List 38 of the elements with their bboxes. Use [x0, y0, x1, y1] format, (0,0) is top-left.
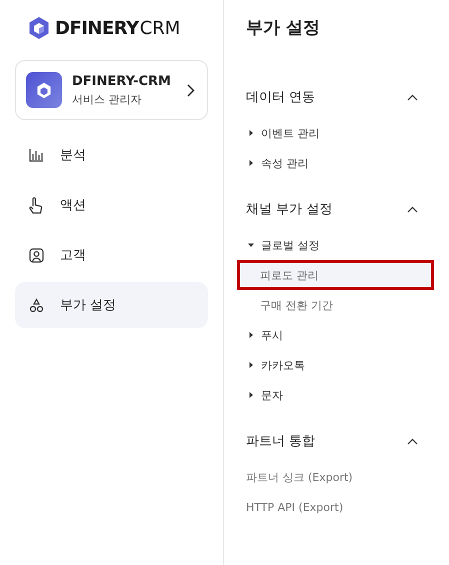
chevron-up-icon[interactable]: [407, 438, 418, 444]
chevron-right-icon: [187, 84, 195, 96]
bar-chart-icon: [28, 148, 44, 162]
workspace-card[interactable]: DFINERY-CRM 서비스 관리자: [15, 60, 208, 120]
nav-item[interactable]: 고객: [15, 232, 208, 278]
chevron-up-icon[interactable]: [407, 94, 418, 100]
tree-item[interactable]: 속성 관리: [261, 156, 308, 170]
section-header[interactable]: 채널 부가 설정: [246, 200, 332, 218]
workspace-name: DFINERY-CRM: [72, 74, 172, 88]
caret-right-icon: [248, 392, 254, 398]
tree-item[interactable]: 피로도 관리: [237, 260, 434, 290]
tree-item[interactable]: 글로벌 설정: [261, 238, 320, 252]
nav-item[interactable]: 부가 설정: [15, 282, 208, 328]
panel-title: 부가 설정: [245, 17, 321, 40]
menu-link[interactable]: HTTP API (Export): [237, 492, 436, 522]
shapes-icon: [28, 298, 44, 312]
product-name: CRM: [140, 18, 180, 38]
tree-item[interactable]: 구매 전환 기간: [237, 290, 434, 320]
tree-item[interactable]: 이벤트 관리: [261, 126, 320, 140]
logo-icon: [29, 17, 49, 39]
section-header[interactable]: 데이터 연동: [246, 88, 316, 106]
menu-link[interactable]: 파트너 싱크 (Export): [237, 462, 436, 492]
nav-item[interactable]: 액션: [15, 182, 208, 228]
workspace-avatar: [26, 72, 62, 108]
caret-right-icon: [248, 160, 254, 166]
caret-down-icon: [248, 242, 254, 248]
brand-name: DFINERY: [55, 18, 139, 38]
caret-right-icon: [248, 130, 254, 136]
caret-right-icon: [248, 362, 254, 368]
person-card-icon: [28, 248, 44, 262]
tree-item[interactable]: 푸시: [261, 328, 283, 342]
nav-item[interactable]: 분석: [15, 132, 208, 178]
chevron-up-icon[interactable]: [407, 206, 418, 212]
section-header[interactable]: 파트너 통합: [246, 432, 316, 450]
workspace-role: 서비스 관리자: [72, 92, 142, 106]
tree-item[interactable]: 문자: [261, 388, 283, 402]
tree-item[interactable]: 카카오톡: [261, 358, 305, 372]
caret-right-icon: [248, 332, 254, 338]
